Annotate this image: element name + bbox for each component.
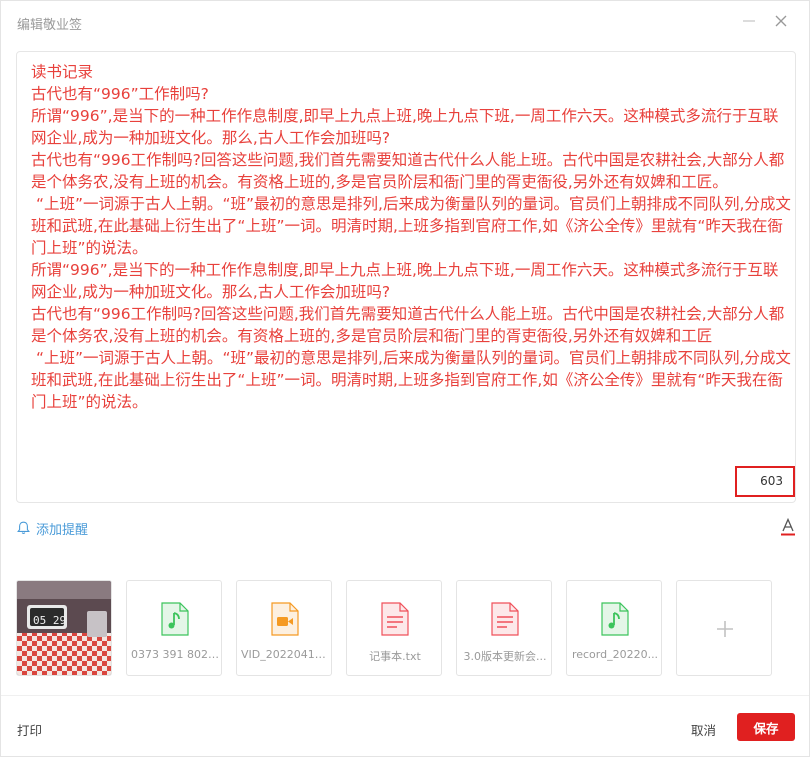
font-color-icon	[781, 517, 795, 536]
edit-note-window: 编辑敬业签 读书记录 古代也有“996”工作制吗? 所谓“996”,是当下的一种…	[0, 0, 810, 757]
footer-divider	[1, 695, 809, 696]
add-reminder-button[interactable]: 添加提醒	[17, 519, 89, 538]
plus-icon	[717, 621, 733, 637]
minimize-button[interactable]	[739, 11, 759, 31]
attachment-name: 记事本.txt	[369, 650, 421, 663]
add-reminder-label: 添加提醒	[36, 522, 89, 538]
video-file-icon	[271, 602, 299, 636]
attachment-audio-file[interactable]: 0373 391 8023...	[126, 580, 222, 676]
save-button[interactable]: 保存	[737, 713, 795, 741]
attachment-video-file[interactable]: VID_20220415...	[236, 580, 332, 676]
bell-icon	[17, 521, 30, 534]
music-file-icon	[601, 602, 629, 636]
close-icon	[775, 15, 787, 27]
close-button[interactable]	[771, 11, 791, 31]
attachment-name: 0373 391 8023...	[131, 648, 222, 661]
char-count: 603	[735, 466, 795, 497]
attachment-audio-file[interactable]: record_20220...	[566, 580, 662, 676]
text-file-icon	[381, 602, 409, 636]
cancel-button[interactable]: 取消	[691, 720, 716, 739]
attachment-name: 3.0版本更新会...	[463, 650, 547, 663]
add-attachment-button[interactable]	[676, 580, 772, 676]
print-button[interactable]: 打印	[17, 720, 42, 739]
document-file-icon	[491, 602, 519, 636]
attachment-text-file[interactable]: 记事本.txt	[346, 580, 442, 676]
photo-clock-text: 05 29	[33, 614, 67, 627]
font-color-button[interactable]	[780, 517, 796, 536]
note-editor[interactable]: 读书记录 古代也有“996”工作制吗? 所谓“996”,是当下的一种工作作息制度…	[16, 51, 796, 503]
note-content[interactable]: 读书记录 古代也有“996”工作制吗? 所谓“996”,是当下的一种工作作息制度…	[31, 61, 791, 471]
music-file-icon	[161, 602, 189, 636]
minimize-icon	[743, 20, 755, 22]
attachment-name: record_20220...	[571, 648, 659, 661]
attachment-document-file[interactable]: 3.0版本更新会...	[456, 580, 552, 676]
attachment-name: VID_20220415...	[241, 648, 332, 661]
photo-thumbnail	[17, 581, 111, 675]
window-title: 编辑敬业签	[17, 18, 83, 33]
title-bar: 编辑敬业签	[1, 1, 809, 43]
attachment-image[interactable]: 05 29	[16, 580, 112, 676]
